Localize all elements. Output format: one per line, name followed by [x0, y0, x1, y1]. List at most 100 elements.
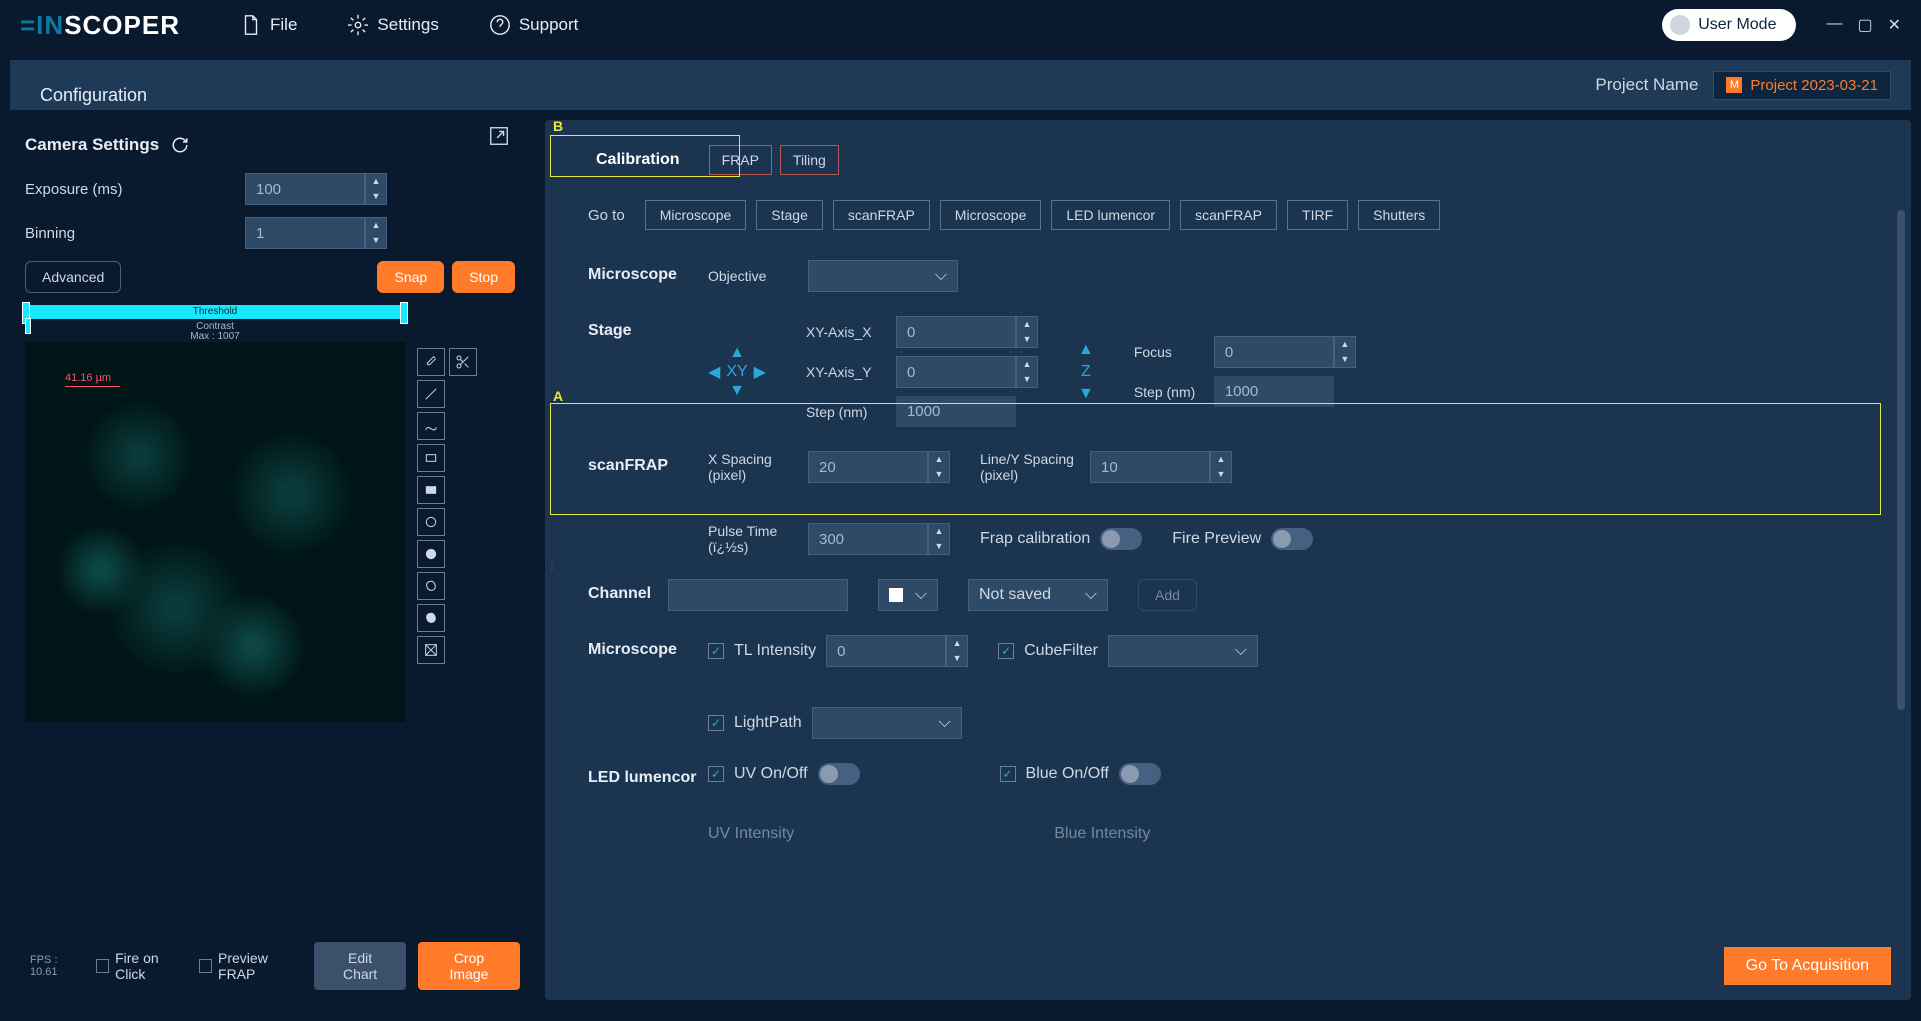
frap-cal-toggle[interactable]: [1100, 528, 1142, 550]
ysp-down[interactable]: ▼: [1211, 467, 1231, 482]
channel-name-input[interactable]: [668, 579, 848, 611]
yspacing-input[interactable]: [1090, 451, 1210, 483]
fire-on-click-checkbox[interactable]: Fire on Click: [96, 950, 187, 982]
add-channel-button[interactable]: Add: [1138, 579, 1197, 611]
blue-toggle[interactable]: [1119, 763, 1161, 785]
goto-chip-1[interactable]: Stage: [756, 200, 823, 230]
uv-check[interactable]: ✓: [708, 766, 724, 782]
blob-fill-tool[interactable]: [417, 604, 445, 632]
go-to-acquisition-button[interactable]: Go To Acquisition: [1724, 947, 1891, 985]
goto-chip-3[interactable]: Microscope: [940, 200, 1042, 230]
rect-outline-tool[interactable]: [417, 444, 445, 472]
menu-support[interactable]: Support: [489, 14, 579, 36]
scrollbar[interactable]: [1897, 210, 1905, 710]
xsp-up[interactable]: ▲: [929, 452, 949, 467]
z-up[interactable]: ▲: [1078, 341, 1094, 359]
edit-chart-button[interactable]: Edit Chart: [314, 942, 406, 990]
tl-intensity-check[interactable]: ✓: [708, 643, 724, 659]
rect-fill-tool[interactable]: [417, 476, 445, 504]
focus-up[interactable]: ▲: [1335, 337, 1355, 352]
xy-up[interactable]: ▲: [729, 344, 745, 362]
fire-preview-toggle[interactable]: [1271, 528, 1313, 550]
pulse-up[interactable]: ▲: [929, 524, 949, 539]
pulse-input[interactable]: [808, 523, 928, 555]
maximize-icon[interactable]: ▢: [1857, 15, 1872, 35]
cubefilter-check[interactable]: ✓: [998, 643, 1014, 659]
advanced-button[interactable]: Advanced: [25, 261, 121, 293]
xy-right[interactable]: ▶: [754, 362, 766, 382]
uv-toggle[interactable]: [818, 763, 860, 785]
refresh-icon[interactable]: [171, 136, 189, 154]
step-label: Step (nm): [806, 404, 886, 420]
tl-intensity-input[interactable]: [826, 635, 946, 667]
step-input[interactable]: [896, 396, 1016, 427]
zstep-input[interactable]: [1214, 376, 1334, 407]
circle-outline-tool[interactable]: [417, 508, 445, 536]
menu-settings[interactable]: Settings: [347, 14, 438, 36]
menu-file[interactable]: File: [240, 14, 297, 36]
close-icon[interactable]: ✕: [1888, 15, 1901, 35]
xyy-up[interactable]: ▲: [1017, 357, 1037, 372]
eyedropper-tool[interactable]: [417, 348, 445, 376]
circle-fill-tool[interactable]: [417, 540, 445, 568]
goto-chip-6[interactable]: TIRF: [1287, 200, 1348, 230]
contrast-handle[interactable]: [25, 318, 31, 334]
xyx-input[interactable]: [896, 316, 1016, 348]
crop-image-button[interactable]: Crop Image: [418, 942, 520, 990]
xy-left[interactable]: ◀: [708, 362, 720, 382]
goto-chip-5[interactable]: scanFRAP: [1180, 200, 1277, 230]
exposure-up[interactable]: ▲: [366, 174, 386, 189]
blue-check[interactable]: ✓: [1000, 766, 1016, 782]
crosshair-tool[interactable]: [417, 636, 445, 664]
blob-outline-tool[interactable]: [417, 572, 445, 600]
xsp-down[interactable]: ▼: [929, 467, 949, 482]
xyx-down[interactable]: ▼: [1017, 332, 1037, 347]
popout-button[interactable]: [488, 125, 510, 152]
lightpath-select[interactable]: ⌵: [812, 707, 962, 739]
contrast-slider[interactable]: Contrast: [25, 321, 405, 331]
goto-chip-0[interactable]: Microscope: [645, 200, 747, 230]
channel-color-select[interactable]: ⌵: [878, 579, 938, 611]
exposure-down[interactable]: ▼: [366, 189, 386, 204]
pulse-down[interactable]: ▼: [929, 539, 949, 554]
goto-chip-4[interactable]: LED lumencor: [1051, 200, 1170, 230]
preview-frap-checkbox[interactable]: Preview FRAP: [199, 950, 302, 982]
goto-chip-7[interactable]: Shutters: [1358, 200, 1440, 230]
binning-input[interactable]: ▲▼: [245, 217, 387, 249]
objective-select[interactable]: ⌵: [808, 260, 958, 292]
cubefilter-select[interactable]: ⌵: [1108, 635, 1258, 667]
snap-button[interactable]: Snap: [377, 261, 444, 293]
line-tool[interactable]: [417, 380, 445, 408]
xyy-down[interactable]: ▼: [1017, 372, 1037, 387]
tab-calibration[interactable]: Calibration: [575, 140, 701, 180]
lightpath-check[interactable]: ✓: [708, 715, 724, 731]
xspacing-input[interactable]: [808, 451, 928, 483]
minimize-icon[interactable]: —: [1826, 15, 1842, 35]
binning-up[interactable]: ▲: [366, 218, 386, 233]
threshold-slider[interactable]: Threshold: [25, 305, 405, 319]
stop-button[interactable]: Stop: [452, 261, 515, 293]
project-chip[interactable]: M Project 2023-03-21: [1713, 71, 1891, 100]
binning-field[interactable]: [245, 217, 365, 249]
ysp-up[interactable]: ▲: [1211, 452, 1231, 467]
xy-down[interactable]: ▼: [729, 382, 745, 400]
resize-handle[interactable]: ⋮⋮: [545, 560, 557, 571]
exposure-field[interactable]: [245, 173, 365, 205]
focus-down[interactable]: ▼: [1335, 352, 1355, 367]
channel-save-select[interactable]: Not saved⌵: [968, 579, 1108, 611]
goto-chip-2[interactable]: scanFRAP: [833, 200, 930, 230]
tl-down[interactable]: ▼: [947, 651, 967, 666]
camera-preview[interactable]: 41.16 µm: [25, 342, 405, 722]
cut-tool[interactable]: [449, 348, 477, 376]
xyx-up[interactable]: ▲: [1017, 317, 1037, 332]
focus-input[interactable]: [1214, 336, 1334, 368]
user-mode-toggle[interactable]: User Mode: [1662, 9, 1796, 41]
tab-frap[interactable]: FRAP: [709, 145, 772, 175]
curve-tool[interactable]: [417, 412, 445, 440]
exposure-input[interactable]: ▲▼: [245, 173, 387, 205]
tl-up[interactable]: ▲: [947, 636, 967, 651]
tab-tiling[interactable]: Tiling: [780, 145, 839, 175]
xyy-input[interactable]: [896, 356, 1016, 388]
binning-down[interactable]: ▼: [366, 233, 386, 248]
z-down[interactable]: ▼: [1078, 385, 1094, 403]
